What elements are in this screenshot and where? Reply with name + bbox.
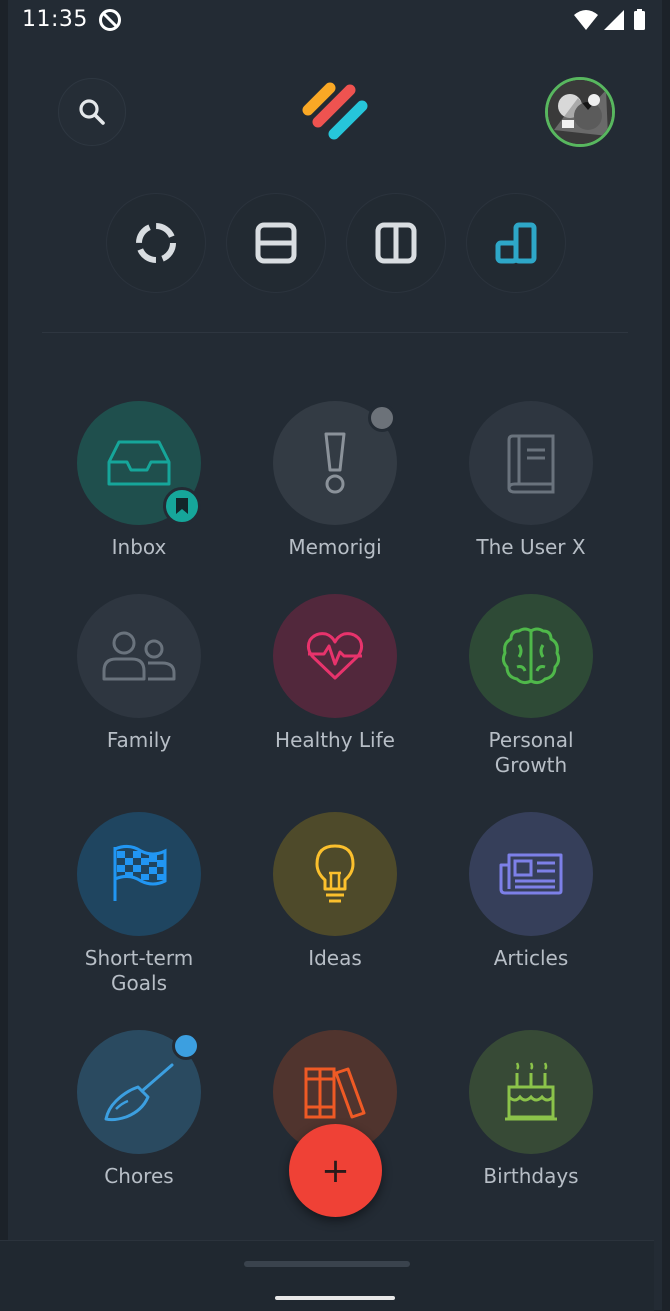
category-personal-growth[interactable]: Personal Growth — [433, 594, 629, 778]
category-circle — [77, 812, 201, 936]
inbox-tray-icon — [107, 440, 171, 486]
divider — [42, 332, 628, 333]
book-icon — [507, 434, 555, 494]
category-articles[interactable]: Articles — [433, 812, 629, 971]
category-circle — [469, 401, 593, 525]
category-short-term-goals[interactable]: Short-term Goals — [41, 812, 237, 996]
rows-view-button[interactable] — [226, 193, 326, 293]
category-circle — [273, 812, 397, 936]
category-inbox[interactable]: Inbox — [41, 401, 237, 560]
category-label: Birthdays — [483, 1164, 579, 1188]
ring-icon — [136, 223, 176, 263]
category-family[interactable]: Family — [41, 594, 237, 753]
category-circle — [273, 594, 397, 718]
brain-icon — [501, 627, 561, 685]
broom-icon — [104, 1063, 174, 1122]
category-label: The User X — [476, 535, 586, 559]
category-label: Articles — [493, 946, 569, 970]
avatar-image — [548, 80, 612, 144]
rows-icon — [255, 222, 297, 264]
search-button[interactable] — [58, 78, 126, 146]
plus-icon: + — [321, 1150, 350, 1191]
category-healthy-life[interactable]: Healthy Life — [237, 594, 433, 753]
avatar[interactable] — [545, 77, 615, 147]
columns-view-button[interactable] — [346, 193, 446, 293]
status-time: 11:35 — [22, 7, 88, 32]
people-icon — [102, 631, 176, 681]
category-label: Personal Growth — [488, 728, 574, 777]
category-circle — [77, 1030, 201, 1154]
category-label: Chores — [104, 1164, 174, 1188]
category-label: Family — [106, 728, 172, 752]
category-circle — [469, 812, 593, 936]
lightbulb-icon — [315, 844, 355, 903]
system-icons — [574, 9, 645, 30]
category-label: Ideas — [308, 946, 362, 970]
add-button[interactable]: + — [289, 1124, 382, 1217]
checkered-flag-icon — [113, 844, 167, 901]
search-icon — [79, 99, 105, 125]
exclamation-icon — [324, 432, 346, 494]
category-birthdays[interactable]: Birthdays — [433, 1030, 629, 1189]
category-label: Inbox — [111, 535, 167, 559]
notification-dot — [172, 1032, 200, 1060]
bookmark-icon — [176, 498, 188, 514]
heartbeat-icon — [306, 632, 364, 680]
battery-icon — [634, 11, 645, 30]
category-memorigi[interactable]: Memorigi — [237, 401, 433, 560]
category-circle — [469, 594, 593, 718]
category-circle — [469, 1030, 593, 1154]
category-circle — [77, 594, 201, 718]
newspaper-icon — [499, 853, 563, 895]
books-icon — [304, 1067, 366, 1119]
stacked-squares-icon — [495, 222, 537, 264]
cake-icon — [505, 1062, 557, 1121]
category-circle — [77, 401, 201, 525]
category-the-user-x[interactable]: The User X — [433, 401, 629, 560]
do-not-disturb-icon — [99, 9, 121, 31]
app-logo — [302, 82, 368, 140]
category-ideas[interactable]: Ideas — [237, 812, 433, 971]
bottom-sheet-handle[interactable] — [244, 1261, 410, 1267]
category-circle — [273, 401, 397, 525]
grid-view-button[interactable] — [466, 193, 566, 293]
status-bar: 11:35 — [0, 0, 670, 40]
bookmark-badge — [163, 487, 201, 525]
columns-icon — [375, 222, 417, 264]
wifi-icon — [574, 10, 598, 30]
signal-icon — [604, 10, 624, 30]
notification-dot — [368, 404, 396, 432]
category-label: Short-term Goals — [84, 946, 194, 995]
gesture-navigation-bar[interactable] — [275, 1296, 395, 1300]
category-label: Memorigi — [288, 535, 382, 559]
bottom-sheet[interactable] — [0, 1240, 654, 1311]
circle-view-button[interactable] — [106, 193, 206, 293]
category-label: Healthy Life — [275, 728, 395, 752]
category-chores[interactable]: Chores — [41, 1030, 237, 1189]
